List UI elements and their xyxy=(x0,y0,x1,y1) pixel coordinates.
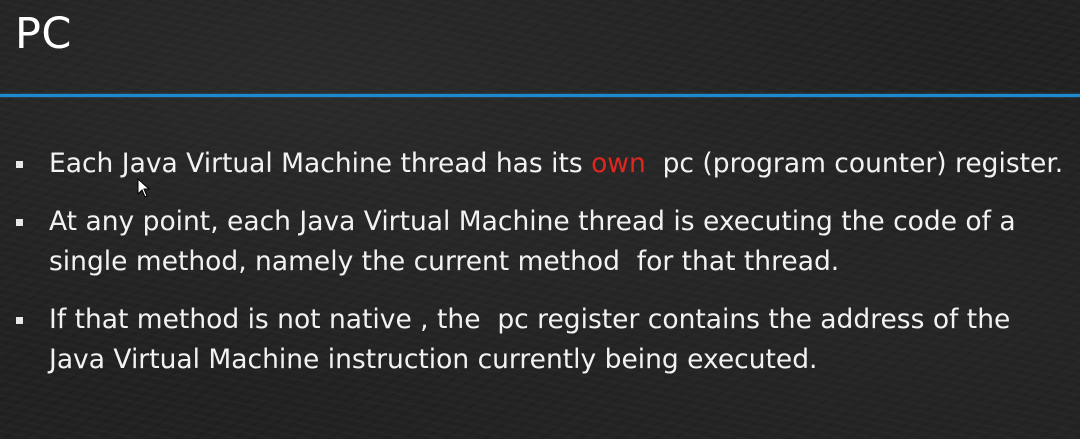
slide-title: PC xyxy=(15,9,72,59)
bullet-2-text: At any point, each Java Virtual Machine … xyxy=(49,206,1025,277)
bullet-3-text: If that method is not native , the pc re… xyxy=(49,304,1019,375)
bullet-marker xyxy=(16,219,23,226)
bullet-1-highlight: own xyxy=(591,148,646,179)
bullet-1-text-before: Each Java Virtual Machine thread has its xyxy=(49,148,592,179)
bullet-marker xyxy=(16,161,23,168)
slide: PC Each Java Virtual Machine thread has … xyxy=(0,0,1080,439)
bullet-item-2: At any point, each Java Virtual Machine … xyxy=(0,202,1080,282)
title-divider xyxy=(0,94,1080,97)
bullet-marker xyxy=(16,317,23,324)
bullet-list: Each Java Virtual Machine thread has its… xyxy=(0,144,1080,398)
mouse-pointer-icon xyxy=(137,178,151,198)
bullet-item-3: If that method is not native , the pc re… xyxy=(0,300,1080,380)
bullet-1-text-after: pc (program counter) register. xyxy=(645,148,1064,179)
bullet-item-1: Each Java Virtual Machine thread has its… xyxy=(0,144,1080,184)
